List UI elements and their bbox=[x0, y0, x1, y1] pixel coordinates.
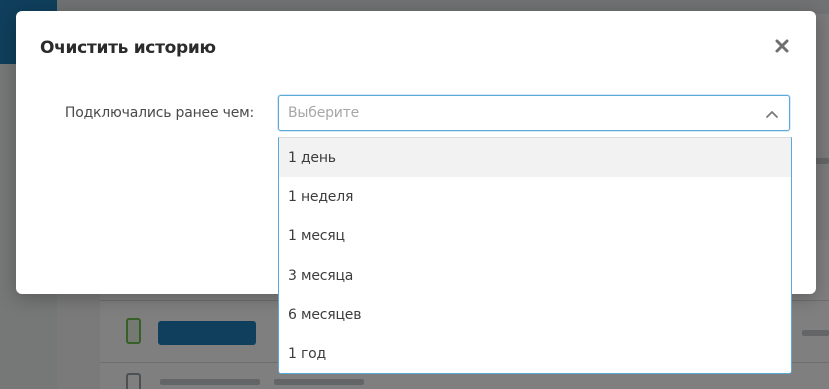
period-select[interactable]: Выберите bbox=[278, 95, 790, 131]
dropdown-option-1-year[interactable]: 1 год bbox=[279, 334, 791, 373]
dropdown-option-3-months[interactable]: 3 месяца bbox=[279, 256, 791, 295]
chevron-up-icon[interactable] bbox=[765, 107, 779, 121]
dropdown-option-6-months[interactable]: 6 месяцев bbox=[279, 295, 791, 334]
period-dropdown-list: 1 день 1 неделя 1 месяц 3 месяца 6 месяц… bbox=[278, 137, 792, 374]
dialog-title: Очистить историю bbox=[40, 38, 216, 58]
connected-before-label: Подключались ранее чем: bbox=[64, 105, 254, 121]
dropdown-option-1-month[interactable]: 1 месяц bbox=[279, 217, 791, 256]
dropdown-option-1-week[interactable]: 1 неделя bbox=[279, 177, 791, 216]
close-button[interactable] bbox=[770, 34, 794, 58]
dropdown-option-1-day[interactable]: 1 день bbox=[279, 138, 791, 178]
select-placeholder: Выберите bbox=[288, 105, 360, 121]
close-icon bbox=[775, 39, 789, 53]
